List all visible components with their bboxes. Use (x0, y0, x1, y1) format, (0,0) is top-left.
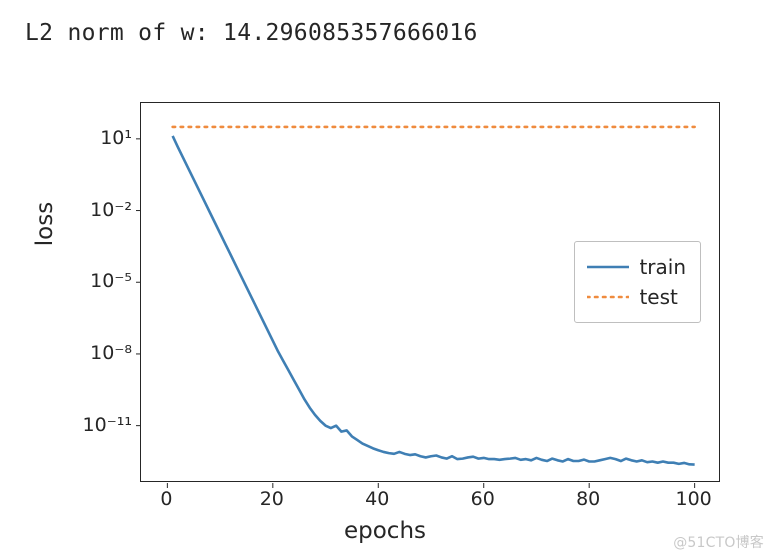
legend-entry-test: test (587, 282, 686, 312)
code-output-title: L2 norm of w: 14.296085357666016 (25, 20, 478, 46)
y-axis-label: loss (32, 202, 58, 246)
legend-swatch-train (587, 257, 629, 277)
y-tick-label: 10¹ (62, 127, 132, 149)
axes-frame: train test (140, 102, 720, 482)
x-axis-label: epochs (0, 518, 770, 544)
y-tick-label: 10⁻¹¹ (62, 414, 132, 436)
legend-swatch-test (587, 287, 629, 307)
y-tick-label: 10⁻⁵ (62, 270, 132, 292)
y-tick-label: 10⁻² (62, 199, 132, 221)
legend-label-test: test (639, 285, 677, 309)
watermark: @51CTO博客 (673, 532, 764, 552)
x-tick-label: 80 (576, 488, 600, 510)
y-tick-label: 10⁻⁸ (62, 342, 132, 364)
legend-label-train: train (639, 255, 686, 279)
x-tick-label: 20 (260, 488, 284, 510)
x-tick-label: 60 (471, 488, 495, 510)
x-tick-label: 40 (365, 488, 389, 510)
x-tick-label: 100 (675, 488, 711, 510)
figure: L2 norm of w: 14.296085357666016 loss tr… (0, 0, 770, 556)
legend-entry-train: train (587, 252, 686, 282)
plot: loss train test (0, 74, 770, 554)
x-tick-label: 0 (160, 488, 172, 510)
legend: train test (574, 241, 701, 323)
